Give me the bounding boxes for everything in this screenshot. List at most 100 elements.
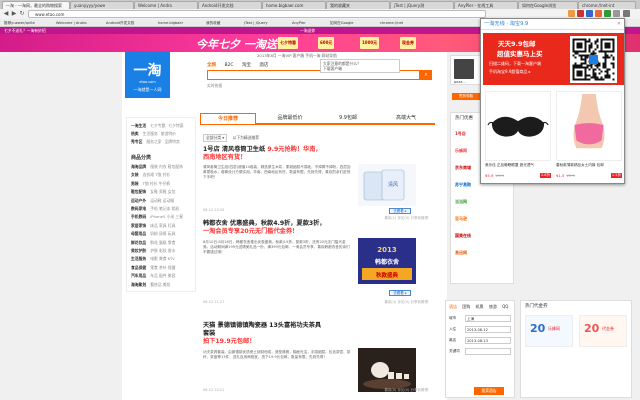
search-button[interactable]: ⌕ — [420, 70, 432, 80]
promo-panel[interactable]: 天天9.9包邮 超值实惠马上买 扫描二维码，下载一淘客户端 手机淘宝9.9超值商… — [483, 33, 624, 85]
category-list-item[interactable]: 鲜花饮品 鲜花 蛋糕 零食 — [131, 240, 178, 246]
bookmark[interactable]: home.bigbaer — [158, 20, 183, 26]
extension-icon[interactable] — [613, 10, 620, 17]
product-name[interactable]: 春秋款薄款精品女士内裤 包邮 — [556, 163, 622, 168]
browser-tab[interactable]: 我的收藏夹 — [326, 1, 390, 9]
bookmark[interactable]: 如何在Google — [330, 20, 353, 26]
extension-icon[interactable] — [568, 10, 575, 17]
hotel-tab[interactable]: 旅游 — [489, 304, 497, 309]
avatar[interactable] — [454, 59, 474, 79]
browser-tab[interactable]: chrome://net-int — [578, 1, 636, 9]
brand-logo[interactable]: 亚马逊 — [455, 210, 511, 227]
hotel-field-input[interactable]: 2013-08-12 — [465, 326, 511, 333]
bookmark[interactable]: AnyPler — [292, 20, 306, 26]
article-title-line2[interactable]: 一淘会员专享20元无门槛代金券！ — [203, 228, 428, 236]
category-list-item[interactable]: 女装 连衣裙 T恤 衬衫 — [131, 172, 173, 178]
category-list-item[interactable]: 食品保健 零食 茶叶 保健 — [131, 265, 178, 271]
back-icon[interactable]: ◀ — [2, 10, 10, 18]
article-title-line3[interactable]: 拍下19.9元包邮！ — [203, 338, 428, 346]
category-list-item[interactable]: 生活服务 电影 美食 KTV — [131, 256, 178, 262]
hotel-tab[interactable]: 团购 — [462, 304, 470, 309]
browser-tab[interactable]: Android开发文档 — [198, 1, 262, 9]
popup-product[interactable]: 美乐佳 正品睡眠眼罩 遮光透气 ¥5.9 ¥9.9 3.8折 — [485, 91, 551, 183]
category-list-item[interactable]: 运动户外 运动鞋 运动服 — [131, 198, 177, 204]
brand-logo[interactable]: 易迅网 — [455, 244, 511, 261]
brand-logo[interactable]: 当当网 — [455, 193, 511, 210]
reload-icon[interactable]: ↻ — [18, 10, 26, 18]
category-list-item[interactable]: 鞋包配饰 女鞋 男鞋 女包 — [131, 189, 178, 195]
etao-extension-icon[interactable] — [595, 10, 602, 17]
category-list-item[interactable]: 数码家电 手机 笔记本 相机 — [131, 206, 182, 212]
category-list-item[interactable]: 家居家饰 床品 家具 灯具 — [131, 223, 178, 229]
category-select[interactable]: 全部分类 ▾ — [203, 134, 228, 142]
menu-icon[interactable] — [623, 10, 630, 17]
hotel-tab[interactable]: 机票 — [476, 304, 484, 309]
popup-product[interactable]: 春秋款薄款精品女士内裤 包邮 ¥1.5 ¥9.9 1.5折 — [556, 91, 622, 183]
extension-icon[interactable] — [604, 10, 611, 17]
tab-today[interactable]: 今日推荐 — [200, 113, 256, 124]
category-list-item[interactable]: 美妆护肤 护肤 彩妆 香水 — [131, 248, 178, 254]
browser-tab[interactable]: 一淘 - 一淘网，最全的购物搜索 — [2, 1, 70, 9]
top-strip-left[interactable]: 七夕不送礼？一淘有妙招 — [4, 27, 46, 34]
product-thumbnail[interactable]: 2013 韩都衣舍 秋款盛典 — [358, 238, 416, 284]
browser-tab[interactable]: AnyPler - 在线工具 — [454, 1, 518, 9]
tab-brand-lowest[interactable]: 品牌最低价 — [262, 113, 318, 124]
hotel-field-input[interactable]: 2013-08-13 — [465, 337, 511, 344]
browser-tab[interactable]: jTest | jQuery测 — [390, 1, 454, 9]
url-input[interactable]: www.etao.com — [28, 10, 486, 18]
category-list-item[interactable]: 汽车用品 车品 配件 美容 — [131, 273, 178, 279]
coupon-card[interactable]: 20 乐蜂网 — [525, 315, 573, 347]
hotel-tab[interactable]: 酒店 — [449, 304, 457, 309]
forward-icon[interactable]: ▶ — [10, 10, 18, 18]
tab-99-free-shipping[interactable]: 9.9包邮 — [320, 113, 376, 124]
search-tab-hotel[interactable]: 酒店 — [259, 63, 268, 68]
extension-icon[interactable] — [586, 10, 593, 17]
category-row[interactable]: 秀专区 服务之家 品牌特卖 — [131, 139, 183, 145]
brand-logo[interactable]: 国美在线 — [455, 227, 511, 244]
article-title[interactable]: 天猫 景德镇德镇陶瓷器 13头富裕功夫茶具 — [203, 322, 428, 330]
product-name[interactable]: 美乐佳 正品睡眠眼罩 遮光透气 — [485, 163, 551, 168]
extension-icon[interactable] — [577, 10, 584, 17]
browser-tab[interactable]: Welcome | Andro — [134, 1, 198, 9]
article-title[interactable]: 韩都衣舍 优惠盛典，秋款4.9折，夏款3折， — [203, 220, 428, 228]
category-list-item[interactable]: 母婴用品 奶粉 尿裤 玩具 — [131, 231, 178, 237]
bookmark[interactable]: jTest | jQuery — [244, 20, 268, 26]
article-title-line2[interactable]: 西南地区有货！ — [203, 154, 428, 162]
hotel-field-input[interactable] — [465, 348, 511, 355]
suggest-line[interactable]: 下载客户端 — [323, 66, 397, 71]
search-tab-all[interactable]: 全网 — [207, 63, 216, 68]
search-tab-taobao[interactable]: 淘宝 — [242, 63, 251, 68]
category-list-item[interactable]: 手机数码 iPhone5 小米 三星 — [131, 214, 186, 220]
category-row[interactable]: 热卖 生活服务 旅游特价 — [131, 131, 179, 137]
bookmark[interactable]: chrome://net — [380, 20, 403, 26]
bookmark[interactable]: 推荐yuewer/qnlte — [4, 20, 35, 26]
article-title-line2[interactable]: 套装 — [203, 330, 428, 338]
browser-tab[interactable]: 如何在Google浏览 — [518, 1, 578, 9]
browser-tab[interactable]: yuanyyyy/yowe — [70, 1, 134, 9]
browser-tab[interactable]: home.bigbaer.com — [262, 1, 326, 9]
tab-high-end[interactable]: 高端大气 — [378, 113, 434, 124]
category-list-item[interactable]: 海淘品牌 服装 内衣 鞋包配饰 — [131, 164, 186, 170]
product-thumbnail[interactable]: 清风 — [358, 164, 416, 206]
product-thumbnail[interactable] — [358, 348, 416, 392]
signin-button[interactable]: 签到领取 — [452, 93, 480, 100]
search-tab-b2c[interactable]: B2C — [224, 63, 233, 68]
view-deal-button[interactable]: 去看看 ▸ — [389, 290, 411, 296]
hot-searches[interactable]: 实时热搜 — [207, 83, 222, 89]
hotel-search-button[interactable]: 搜索酒店 — [474, 387, 504, 395]
thumb-year: 2013 — [377, 246, 397, 254]
category-list-item[interactable]: 海淘聚划 奢侈品 美妆 — [131, 282, 173, 288]
bookmark[interactable]: Welcome | Andro — [56, 20, 87, 26]
bookmark[interactable]: Android开发文档 — [106, 20, 134, 26]
category-list-item[interactable]: 男装 T恤 衬衫 牛仔裤 — [131, 181, 173, 187]
hotel-tab[interactable]: QQ — [502, 304, 508, 309]
hotel-field-input[interactable]: 上海 — [465, 315, 511, 322]
article-title[interactable]: 1号店 清风卷筒卫生纸 9.9元抢购！华南， — [203, 146, 428, 154]
promo-link[interactable]: 手机淘宝9.9超值商品 ▸ — [489, 69, 531, 75]
etao-logo[interactable]: 一淘 etao.com 一淘就是一人网 — [125, 51, 170, 98]
coupon-card[interactable]: 20 代金券 — [579, 315, 627, 347]
category-row[interactable]: 一淘生活 七夕专题 七夕特惠 — [131, 123, 187, 129]
bookmark[interactable]: 我的收藏 — [206, 20, 220, 26]
close-icon[interactable]: ✕ — [617, 21, 621, 27]
username[interactable]: pazz... — [454, 80, 466, 84]
